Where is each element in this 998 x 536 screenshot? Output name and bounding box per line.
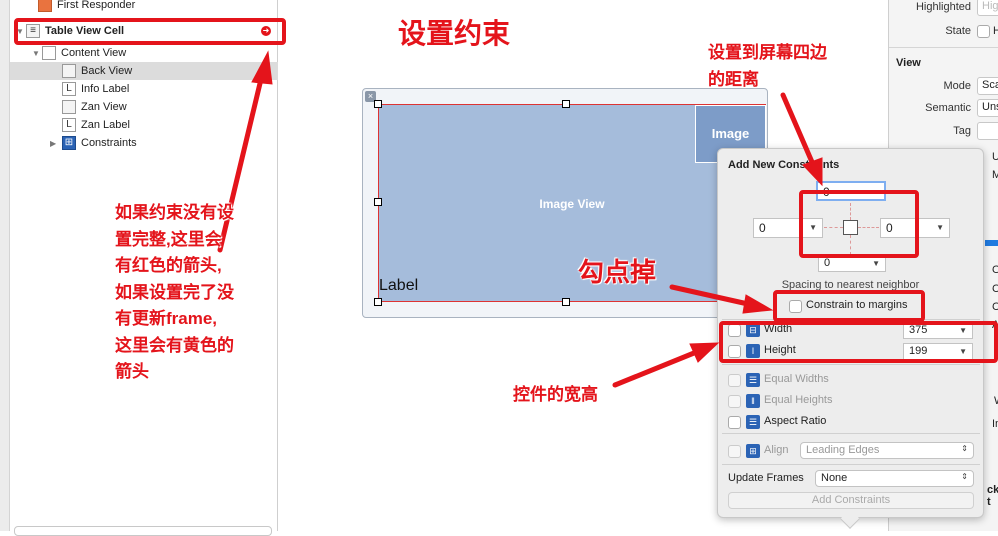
arrow-to-size bbox=[612, 350, 697, 388]
note-line: 置完整,这里会 bbox=[115, 229, 222, 249]
note-line: 如果设置完了没 bbox=[115, 282, 234, 302]
arrowhead bbox=[742, 294, 774, 314]
arrowhead bbox=[689, 342, 720, 363]
annotation-edges-1: 设置到屏幕四边 bbox=[708, 43, 827, 62]
annotation-uncheck: 勾点掉 bbox=[578, 257, 657, 287]
arrow-to-margins bbox=[669, 284, 751, 307]
note-line: 有更新frame, bbox=[115, 309, 218, 328]
note-line: 这里会有黄色的 bbox=[115, 335, 234, 355]
annotation-size: 控件的宽高 bbox=[513, 385, 598, 404]
arrowhead bbox=[802, 157, 823, 187]
note-line: 箭头 bbox=[115, 362, 149, 381]
note-line: 有红色的箭头, bbox=[115, 256, 222, 275]
arrow-to-top-field bbox=[780, 92, 815, 165]
annotation-note: 如果约束没有设 置完整,这里会 有红色的箭头, 如果设置完了没 有更新frame… bbox=[115, 200, 234, 386]
annotation-title: 设置约束 bbox=[398, 18, 511, 49]
arrowhead bbox=[251, 50, 273, 85]
annotation-edges-2: 的距离 bbox=[708, 70, 759, 89]
note-line: 如果约束没有设 bbox=[115, 203, 234, 222]
